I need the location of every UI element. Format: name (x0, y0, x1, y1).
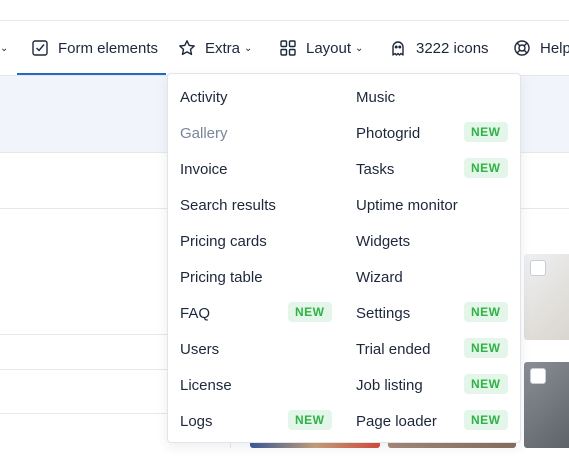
photo-thumbnail[interactable] (524, 254, 569, 340)
new-badge: NEW (464, 302, 508, 322)
nav-label: Extra (205, 39, 241, 57)
dropdown-item-settings[interactable]: Settings (356, 295, 410, 331)
dropdown-item-label: Activity (180, 88, 228, 106)
new-badge: NEW (464, 158, 508, 178)
nav-label: 3222 icons (416, 39, 489, 57)
layout-grid-icon (280, 40, 296, 56)
dropdown-item-label: Uptime monitor (356, 196, 458, 214)
chevron-down-icon: ⌄ (355, 42, 364, 54)
nav-label: Form elements (58, 39, 159, 57)
star-icon (179, 40, 195, 56)
new-badge: NEW (464, 374, 508, 394)
dropdown-item-photogrid[interactable]: Photogrid (356, 115, 420, 151)
chevron-down-icon: ⌄ (0, 42, 9, 54)
chevron-down-icon: ⌄ (244, 42, 253, 54)
dropdown-item-page-loader[interactable]: Page loader (356, 403, 437, 439)
select-checkbox[interactable] (530, 260, 546, 276)
dropdown-item-tasks[interactable]: Tasks (356, 151, 394, 187)
dropdown-item-invoice[interactable]: Invoice (180, 151, 228, 187)
dropdown-item-label: Page loader (356, 412, 437, 430)
dropdown-item-users[interactable]: Users (180, 331, 219, 367)
dropdown-item-label: Invoice (180, 160, 228, 178)
nav-item-icons[interactable]: 3222 icons (389, 21, 489, 75)
dropdown-item-label: Logs (180, 412, 213, 430)
dropdown-item-pricing-table[interactable]: Pricing table (180, 259, 263, 295)
dropdown-item-label: License (180, 376, 232, 394)
dropdown-item-label: Users (180, 340, 220, 358)
dropdown-item-widgets[interactable]: Widgets (356, 223, 410, 259)
dropdown-item-label: Tasks (356, 160, 395, 178)
dropdown-item-logs[interactable]: Logs (180, 403, 213, 439)
dropdown-item-label: Pricing cards (180, 232, 267, 250)
new-badge: NEW (464, 122, 508, 142)
dropdown-item-label: Photogrid (356, 124, 421, 142)
dropdown-item-label: FAQ (180, 304, 211, 322)
photo-thumbnail[interactable] (524, 362, 569, 448)
dropdown-item-music[interactable]: Music (356, 79, 395, 115)
dropdown-item-label: Music (356, 88, 396, 106)
extra-dropdown-menu: Activity Gallery Invoice Search results … (167, 73, 521, 443)
top-header (0, 0, 569, 21)
dropdown-item-label: Trial ended (356, 340, 431, 358)
checkbox-icon (32, 40, 48, 56)
dropdown-item-gallery[interactable]: Gallery (180, 115, 228, 151)
dropdown-item-label: Settings (356, 304, 411, 322)
dropdown-item-license[interactable]: License (180, 367, 232, 403)
dropdown-item-uptime-monitor[interactable]: Uptime monitor (356, 187, 458, 223)
new-badge: NEW (464, 410, 508, 430)
main-navbar: ⌄ Form elements Extra ⌄ Layout ⌄ 3222 ic… (0, 21, 569, 76)
dropdown-item-label: Widgets (356, 232, 411, 250)
new-badge: NEW (288, 302, 332, 322)
ghost-icon (392, 41, 404, 56)
nav-item-form-elements[interactable]: Form elements (31, 21, 158, 75)
dropdown-item-job-listing[interactable]: Job listing (356, 367, 423, 403)
dropdown-item-search-results[interactable]: Search results (180, 187, 276, 223)
active-tab-indicator (17, 73, 166, 75)
dropdown-item-wizard[interactable]: Wizard (356, 259, 403, 295)
nav-item-extra[interactable]: Extra ⌄ (178, 21, 252, 75)
dropdown-item-trial-ended[interactable]: Trial ended (356, 331, 431, 367)
lifebuoy-icon (514, 40, 530, 56)
dropdown-item-pricing-cards[interactable]: Pricing cards (180, 223, 267, 259)
nav-item-layout[interactable]: Layout ⌄ (279, 21, 363, 75)
nav-item-help[interactable]: Help (513, 21, 569, 75)
dropdown-item-label: Wizard (356, 268, 403, 286)
dropdown-item-label: Gallery (180, 124, 228, 142)
nav-label: Layout (306, 39, 352, 57)
dropdown-item-activity[interactable]: Activity (180, 79, 228, 115)
dropdown-item-label: Job listing (356, 376, 423, 394)
nav-prev-chevron[interactable]: ⌄ (0, 21, 8, 75)
nav-label: Help (540, 39, 569, 57)
select-checkbox[interactable] (530, 368, 546, 384)
dropdown-item-faq[interactable]: FAQ (180, 295, 210, 331)
dropdown-item-label: Pricing table (180, 268, 263, 286)
new-badge: NEW (464, 338, 508, 358)
dropdown-item-label: Search results (180, 196, 276, 214)
new-badge: NEW (288, 410, 332, 430)
